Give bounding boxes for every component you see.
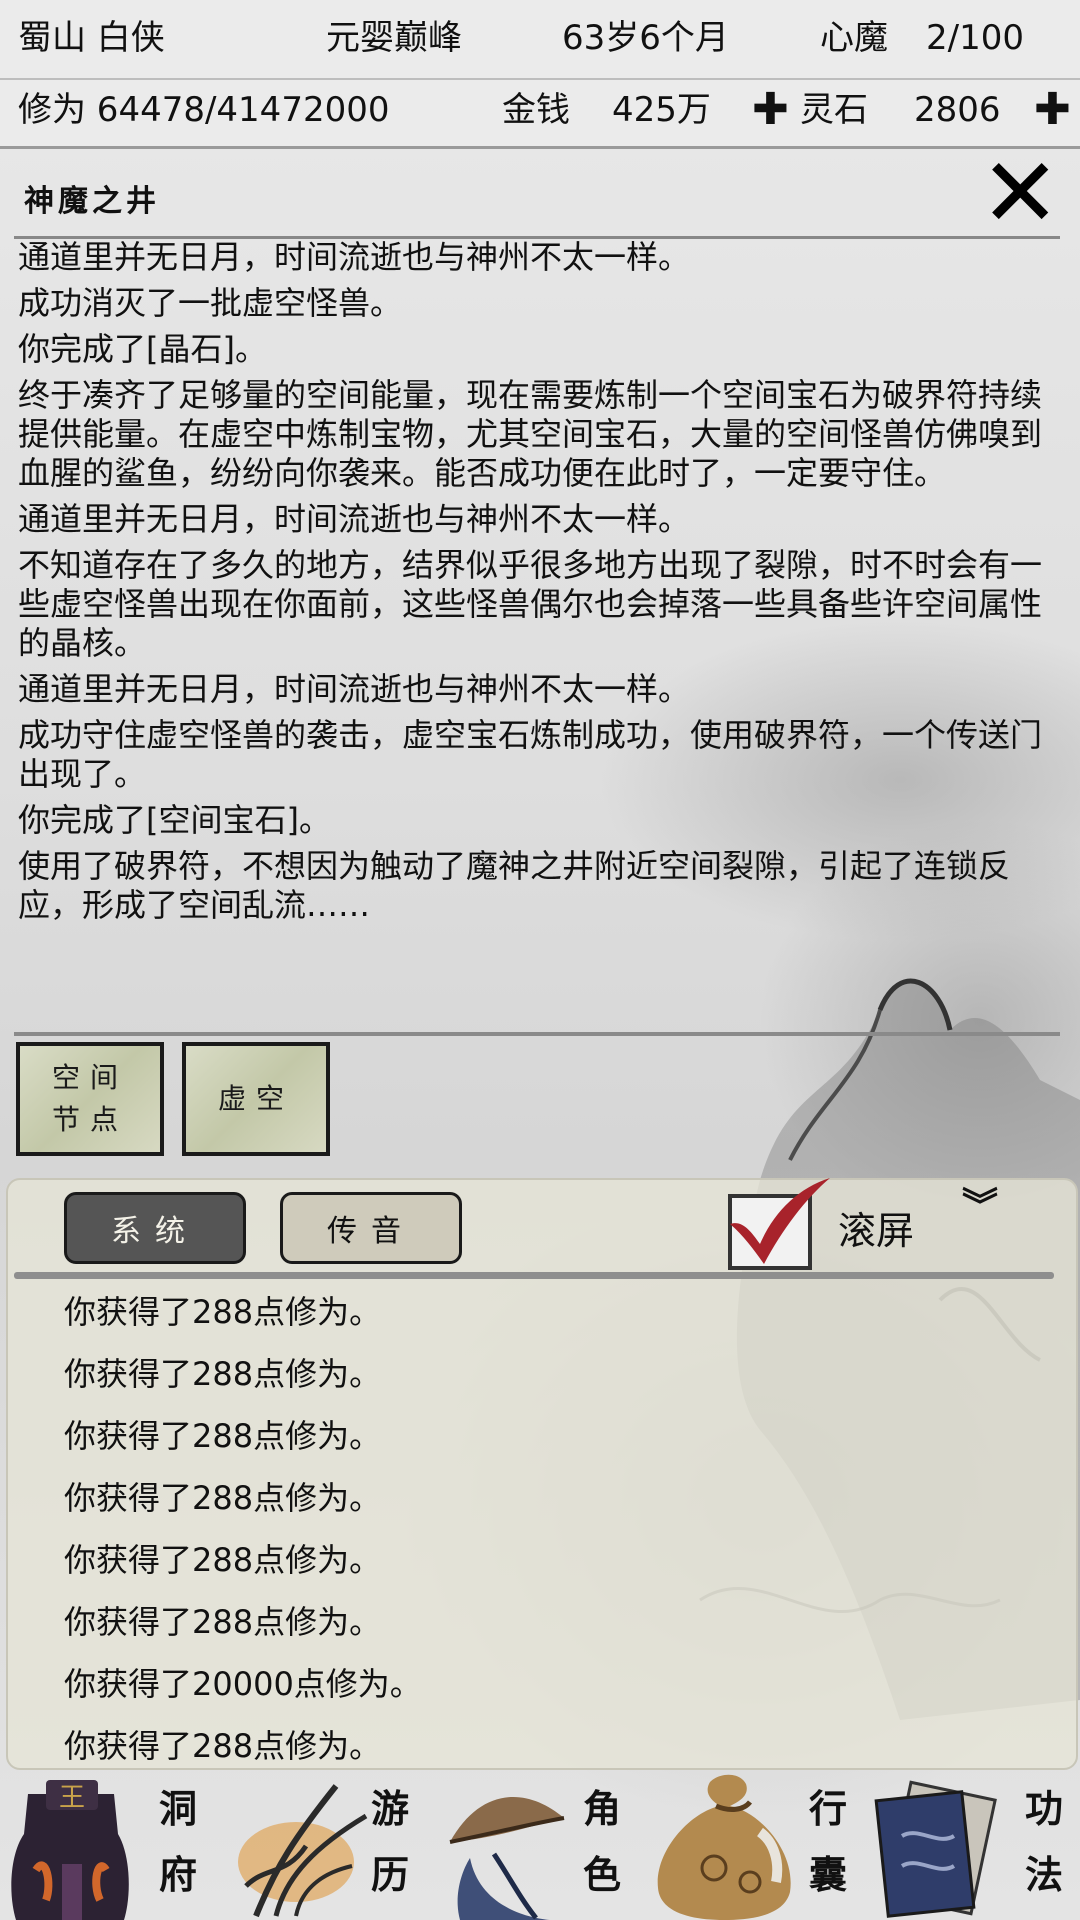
nav-label-char: 法 bbox=[1024, 1852, 1063, 1897]
message-item: 你获得了288点修为。 bbox=[64, 1417, 382, 1455]
location-label: 空间 节点 bbox=[52, 1057, 128, 1141]
story-entry: 成功消灭了一批虚空怪兽。 bbox=[18, 284, 403, 322]
auto-scroll-label: 滚屏 bbox=[838, 1209, 915, 1253]
message-item: 你获得了288点修为。 bbox=[64, 1603, 382, 1641]
message-item: 你获得了288点修为。 bbox=[64, 1355, 382, 1393]
collapse-chevron-icon[interactable]: ︾ bbox=[962, 1189, 998, 1225]
story-entry: 成功守住虚空怪兽的袭击，虚空宝石炼制成功，使用破界符，一个传送门出现了。 bbox=[18, 716, 1043, 793]
message-list[interactable]: 你获得了288点修为。 你获得了288点修为。 你获得了288点修为。 你获得了… bbox=[64, 1284, 964, 1780]
travel-icon bbox=[238, 1784, 368, 1918]
location-label-line: 虚空 bbox=[217, 1082, 294, 1115]
tab-system[interactable]: 系统 bbox=[64, 1192, 246, 1264]
status-row-2: 修为 64478/41472000 金钱 425万 ✚ 灵石 2806 ✚ bbox=[0, 78, 1080, 140]
nav-label-char: 囊 bbox=[808, 1852, 847, 1897]
location-label-line: 空间 bbox=[51, 1061, 128, 1094]
tab-voice[interactable]: 传音 bbox=[280, 1192, 462, 1264]
story-entry: 不知道存在了多久的地方，结界似乎很多地方出现了裂隙，时不时会有一些虚空怪兽出现在… bbox=[18, 546, 1043, 662]
nav-label-char: 色 bbox=[582, 1852, 621, 1897]
checkmark-icon bbox=[730, 1178, 830, 1264]
nav-skills[interactable]: 功 法 bbox=[862, 1768, 1080, 1920]
skill-book-icon bbox=[874, 1780, 997, 1918]
heart-demon-value: 2/100 bbox=[926, 18, 1024, 58]
nav-bag[interactable]: 行 囊 bbox=[646, 1768, 862, 1920]
svg-text:王: 王 bbox=[59, 1783, 85, 1813]
close-icon: ✕ bbox=[980, 137, 1061, 249]
money-value: 425万 bbox=[612, 90, 711, 130]
location-button-space-node[interactable]: 空间 节点 bbox=[16, 1042, 164, 1156]
nav-label-char: 角 bbox=[582, 1786, 621, 1831]
cave-icon: 王 bbox=[11, 1780, 129, 1920]
realm: 元婴巅峰 bbox=[326, 18, 462, 58]
location-button-void[interactable]: 虚空 bbox=[182, 1042, 330, 1156]
add-spirit-stone-plus-icon[interactable]: ✚ bbox=[1034, 80, 1071, 140]
bottom-nav: 王 洞 府 游 历 角 色 行 囊 功 法 bbox=[0, 1768, 1080, 1920]
character-icon bbox=[449, 1797, 565, 1920]
story-entry: 使用了破界符，不想因为触动了魔神之井附近空间裂隙，引起了连锁反应，形成了空间乱流… bbox=[18, 847, 1011, 924]
status-bar: 蜀山 白侠 元婴巅峰 63岁6个月 心魔 2/100 修为 64478/4147… bbox=[0, 0, 1080, 149]
story-divider bbox=[14, 1032, 1060, 1036]
story-entry: 通道里并无日月，时间流逝也与神州不太一样。 bbox=[18, 670, 691, 708]
money-label: 金钱 bbox=[502, 90, 570, 130]
auto-scroll-checkbox[interactable] bbox=[728, 1178, 830, 1270]
add-money-plus-icon[interactable]: ✚ bbox=[752, 80, 789, 140]
message-item: 你获得了20000点修为。 bbox=[64, 1665, 422, 1703]
cultivation: 修为 64478/41472000 bbox=[18, 90, 390, 130]
nav-cave[interactable]: 王 洞 府 bbox=[0, 1768, 214, 1920]
age: 63岁6个月 bbox=[562, 18, 729, 58]
story-entry: 你完成了[晶石]。 bbox=[18, 330, 267, 368]
panel-title: 神魔之井 bbox=[24, 184, 160, 219]
story-entry: 通道里并无日月，时间流逝也与神州不太一样。 bbox=[18, 238, 691, 276]
bag-icon bbox=[657, 1774, 791, 1920]
message-item: 你获得了288点修为。 bbox=[64, 1293, 382, 1331]
nav-label-char: 洞 bbox=[158, 1786, 197, 1831]
story-log[interactable]: 通道里并无日月，时间流逝也与神州不太一样。 成功消灭了一批虚空怪兽。 你完成了[… bbox=[18, 238, 1058, 1030]
spirit-stone-label: 灵石 bbox=[800, 90, 868, 130]
location-label: 虚空 bbox=[218, 1078, 294, 1120]
nav-character[interactable]: 角 色 bbox=[430, 1768, 646, 1920]
nav-label-char: 历 bbox=[370, 1852, 409, 1897]
nav-travel[interactable]: 游 历 bbox=[214, 1768, 430, 1920]
story-entry: 终于凑齐了足够量的空间能量，现在需要炼制一个空间宝石为破界符持续提供能量。在虚空… bbox=[18, 376, 1043, 492]
heart-demon-label: 心魔 bbox=[820, 18, 888, 58]
location-label-line: 节点 bbox=[51, 1103, 128, 1136]
nav-label-char: 府 bbox=[158, 1852, 197, 1897]
message-item: 你获得了288点修为。 bbox=[64, 1541, 382, 1579]
message-divider bbox=[14, 1272, 1054, 1279]
spirit-stone-value: 2806 bbox=[914, 90, 1001, 130]
story-entry: 通道里并无日月，时间流逝也与神州不太一样。 bbox=[18, 500, 691, 538]
nav-label-char: 行 bbox=[808, 1786, 847, 1831]
close-button[interactable]: ✕ bbox=[980, 145, 1060, 241]
story-entry: 你完成了[空间宝石]。 bbox=[18, 801, 331, 839]
nav-label-char: 功 bbox=[1024, 1786, 1063, 1831]
status-row-1: 蜀山 白侠 元婴巅峰 63岁6个月 心魔 2/100 bbox=[0, 8, 1080, 68]
sect-rank: 蜀山 白侠 bbox=[18, 18, 165, 58]
nav-label-char: 游 bbox=[370, 1786, 409, 1831]
message-item: 你获得了288点修为。 bbox=[64, 1479, 382, 1517]
